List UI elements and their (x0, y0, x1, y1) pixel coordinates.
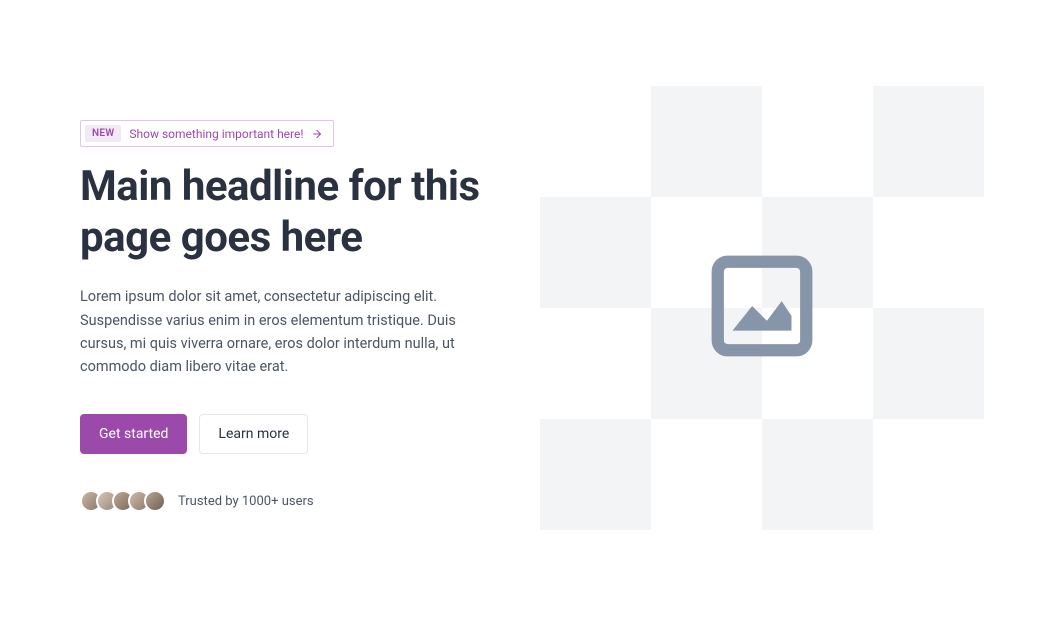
announcement-text: Show something important here! (129, 127, 303, 141)
trusted-text: Trusted by 1000+ users (178, 494, 314, 509)
new-tag: NEW (85, 125, 121, 142)
learn-more-button[interactable]: Learn more (199, 414, 308, 454)
social-proof: Trusted by 1000+ users (80, 490, 500, 512)
get-started-button[interactable]: Get started (80, 414, 187, 454)
announcement-badge[interactable]: NEW Show something important here! (80, 120, 334, 147)
avatar (144, 490, 166, 512)
arrow-right-icon (311, 128, 323, 140)
page-headline: Main headline for this page goes here (80, 161, 500, 263)
hero-image-placeholder (540, 86, 984, 530)
cta-buttons: Get started Learn more (80, 414, 500, 454)
image-icon (703, 247, 821, 369)
avatar-group (80, 490, 166, 512)
page-body-text: Lorem ipsum dolor sit amet, consectetur … (80, 285, 490, 378)
